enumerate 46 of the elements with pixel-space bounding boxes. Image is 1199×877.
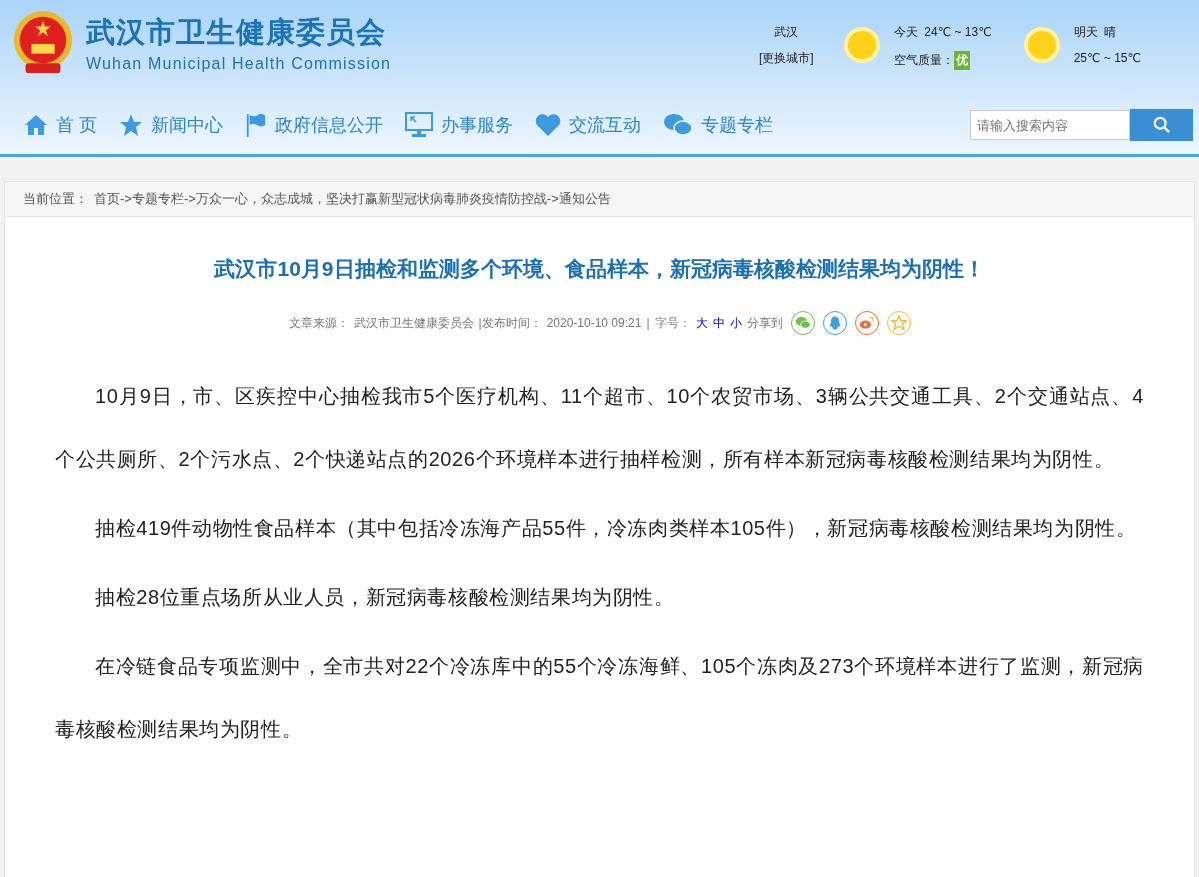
site-subtitle: Wuhan Municipal Health Commission bbox=[86, 55, 392, 73]
tomorrow-temperature: 25℃ ~ 15℃ bbox=[1073, 51, 1141, 65]
wechat-icon bbox=[794, 315, 811, 331]
monitor-icon bbox=[405, 112, 433, 138]
article-paragraph: 在冷链食品专项监测中，全市共对22个冷冻库中的55个冷冻海鲜、105个冻肉及273个环境样本进行了监测，新冠病毒核酸检测结果均为阴性。 bbox=[55, 654, 1144, 742]
sun-icon bbox=[841, 25, 882, 65]
air-quality-badge: 优 bbox=[953, 51, 970, 70]
nav-item[interactable]: 办事服务 bbox=[405, 112, 513, 138]
star-icon bbox=[119, 113, 143, 137]
source-label: 文章来源： bbox=[288, 314, 349, 332]
search-field[interactable]: 请输入搜索内容 bbox=[970, 110, 1130, 140]
article-title: 武汉市10月9日抽检和监测多个环境、食品样本，新冠病毒核酸检测结果均为阴性！ bbox=[213, 256, 986, 282]
font-size-link[interactable]: 中 bbox=[712, 314, 725, 332]
article-paragraph: 抽检419件动物性食品样本（其中包括冷冻海产品55件，冷冻肉类样本105件），新冠病毒核酸检测结果均为阴性。 bbox=[94, 516, 1138, 541]
breadcrumb-label: 当前位置： bbox=[23, 190, 88, 208]
font-size-label: 字号： bbox=[654, 314, 691, 332]
site-title: 武汉市卫生健康委员会 bbox=[86, 15, 387, 50]
tomorrow-forecast: 明天 晴 bbox=[1073, 24, 1118, 41]
weibo-icon bbox=[858, 315, 875, 331]
font-size-link[interactable]: 小 bbox=[729, 314, 742, 332]
heart-icon bbox=[535, 113, 561, 137]
nav-item[interactable]: 首 页 bbox=[24, 112, 97, 138]
share-label: 分享到 bbox=[746, 314, 783, 332]
search-icon bbox=[1152, 116, 1171, 134]
chat-icon bbox=[663, 113, 693, 137]
change-city-link[interactable]: [更换城市] bbox=[759, 50, 814, 67]
publish-time: 2020-10-10 09:21 bbox=[546, 316, 642, 330]
city-name: 武汉 bbox=[774, 24, 799, 41]
today-forecast: 今天 24℃ ~ 13℃ bbox=[893, 24, 992, 41]
nav-item[interactable]: 交流互动 bbox=[535, 112, 641, 138]
air-quality-label: 空气质量： bbox=[893, 52, 954, 69]
separator-text: | bbox=[646, 316, 650, 330]
time-label: |发布时间： bbox=[478, 314, 542, 332]
font-size-link[interactable]: 大 bbox=[695, 314, 708, 332]
flag-icon bbox=[245, 112, 267, 138]
nav-item[interactable]: 专题专栏 bbox=[663, 112, 773, 138]
article-paragraph: 抽检28位重点场所从业人员，新冠病毒核酸检测结果均为阴性。 bbox=[94, 585, 676, 610]
source-text: 武汉市卫生健康委员会 bbox=[353, 314, 474, 332]
sun-icon bbox=[1021, 25, 1062, 65]
article-paragraph: 10月9日，市、区疾控中心抽检我市5个医疗机构、11个超市、10个农贸市场、3辆公共交通工具、2个交通站点、4个公共厕所、2个污水点、2个快递站点的2026个环境样本进行抽样检测，所有样本新冠病毒核酸检测结果均为阴性。 bbox=[55, 384, 1144, 472]
nav-item[interactable]: 新闻中心 bbox=[119, 112, 223, 138]
search-button[interactable] bbox=[1130, 109, 1193, 141]
star-icon bbox=[890, 315, 907, 331]
breadcrumb-path[interactable]: 首页->专题专栏->万众一心，众志成城，坚决打赢新型冠状病毒肺炎疫情防控战->通知公告 bbox=[94, 190, 611, 208]
home-icon bbox=[24, 113, 48, 137]
nav-item[interactable]: 政府信息公开 bbox=[245, 112, 383, 138]
